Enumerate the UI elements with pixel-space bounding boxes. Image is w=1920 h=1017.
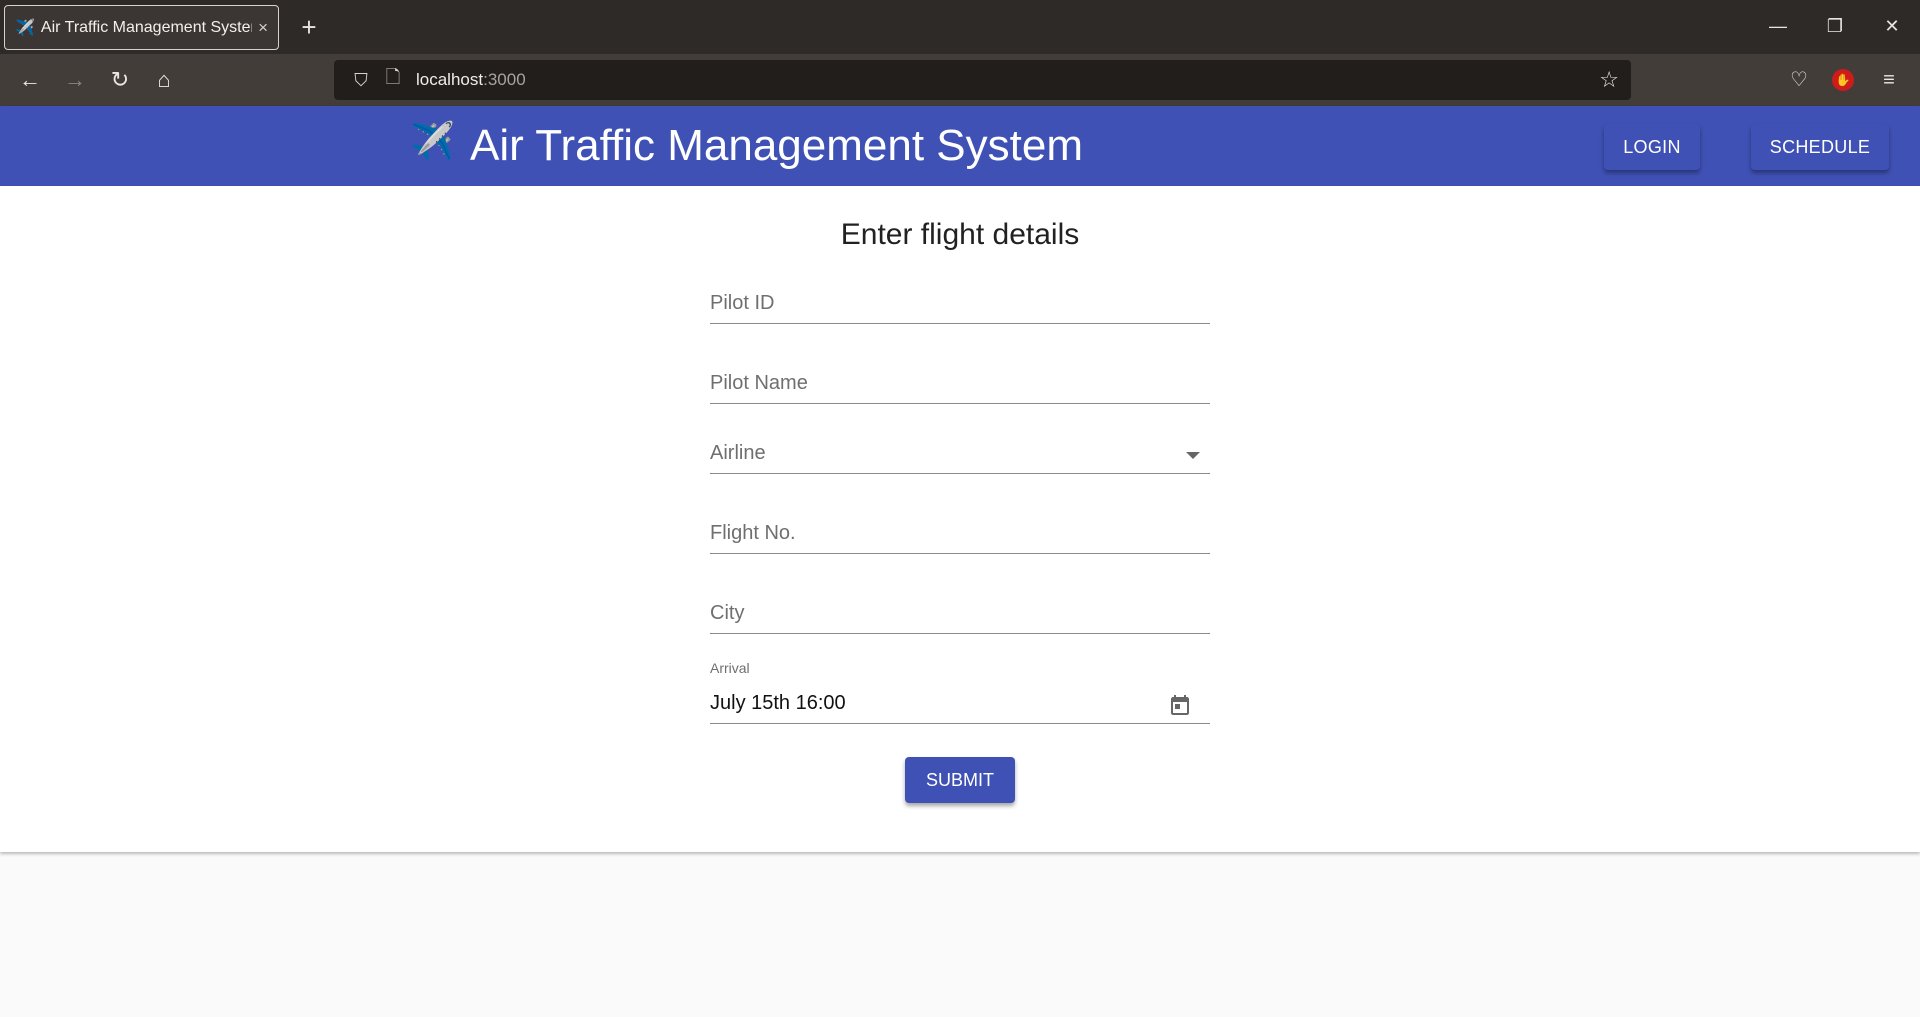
arrival-value: July 15th 16:00 xyxy=(710,692,846,714)
browser-nav-bar: ← → ↻ ⌂ ⛉ 🗋 localhost:3000 ☆ ♡ ✋ ≡ xyxy=(0,54,1920,106)
dropdown-arrow-icon xyxy=(1186,452,1200,459)
pilot-name-placeholder: Pilot Name xyxy=(710,372,808,394)
new-tab-button[interactable]: + xyxy=(292,10,326,44)
flight-no-placeholder: Flight No. xyxy=(710,522,796,544)
airplane-icon: ✈️ xyxy=(15,19,35,37)
browser-tab[interactable]: ✈️ Air Traffic Management System × xyxy=(4,5,279,50)
pocket-icon[interactable]: ♡ xyxy=(1782,63,1816,97)
pilot-id-field[interactable]: Pilot ID xyxy=(710,274,1210,324)
flight-form-card: Enter flight details Pilot ID Pilot Name… xyxy=(0,186,1920,852)
tab-title: Air Traffic Management System xyxy=(40,18,253,36)
ublock-extension-icon[interactable]: ✋ xyxy=(1832,69,1854,91)
airline-select[interactable]: Airline xyxy=(710,424,1210,474)
reload-icon[interactable]: ↻ xyxy=(102,62,138,98)
flight-no-field[interactable]: Flight No. xyxy=(710,504,1210,554)
login-button[interactable]: LOGIN xyxy=(1604,124,1700,170)
arrival-datetime-field[interactable]: Arrival July 15th 16:00 xyxy=(710,658,1210,724)
forward-icon[interactable]: → xyxy=(57,62,93,98)
url-port: :3000 xyxy=(483,70,526,89)
form-title: Enter flight details xyxy=(840,218,1080,251)
bookmark-star-icon[interactable]: ☆ xyxy=(1599,67,1619,93)
submit-button[interactable]: SUBMIT xyxy=(905,757,1015,803)
browser-tab-bar: ✈️ Air Traffic Management System × + — ❐… xyxy=(0,0,1920,54)
city-field[interactable]: City xyxy=(710,584,1210,634)
schedule-button[interactable]: SCHEDULE xyxy=(1751,124,1889,170)
arrival-label: Arrival xyxy=(710,660,750,676)
minimize-icon[interactable]: — xyxy=(1758,8,1798,44)
close-tab-icon[interactable]: × xyxy=(258,18,268,38)
app-title: Air Traffic Management System xyxy=(470,121,1083,170)
menu-icon[interactable]: ≡ xyxy=(1872,63,1906,97)
app-header: ✈️ Air Traffic Management System LOGIN S… xyxy=(0,106,1920,186)
pilot-name-field[interactable]: Pilot Name xyxy=(710,354,1210,404)
home-icon[interactable]: ⌂ xyxy=(146,62,182,98)
airplane-icon: ✈️ xyxy=(410,120,455,161)
airline-placeholder: Airline xyxy=(710,442,766,464)
pilot-id-placeholder: Pilot ID xyxy=(710,292,775,314)
shield-icon[interactable]: ⛉ xyxy=(346,70,376,91)
calendar-icon[interactable] xyxy=(1168,693,1192,717)
address-bar[interactable]: ⛉ 🗋 localhost:3000 ☆ xyxy=(334,60,1631,100)
page-icon: 🗋 xyxy=(385,67,401,87)
url-host: localhost xyxy=(416,70,484,89)
close-window-icon[interactable]: ✕ xyxy=(1872,8,1912,44)
restore-icon[interactable]: ❐ xyxy=(1815,8,1855,44)
city-placeholder: City xyxy=(710,602,745,624)
back-icon[interactable]: ← xyxy=(12,62,48,98)
